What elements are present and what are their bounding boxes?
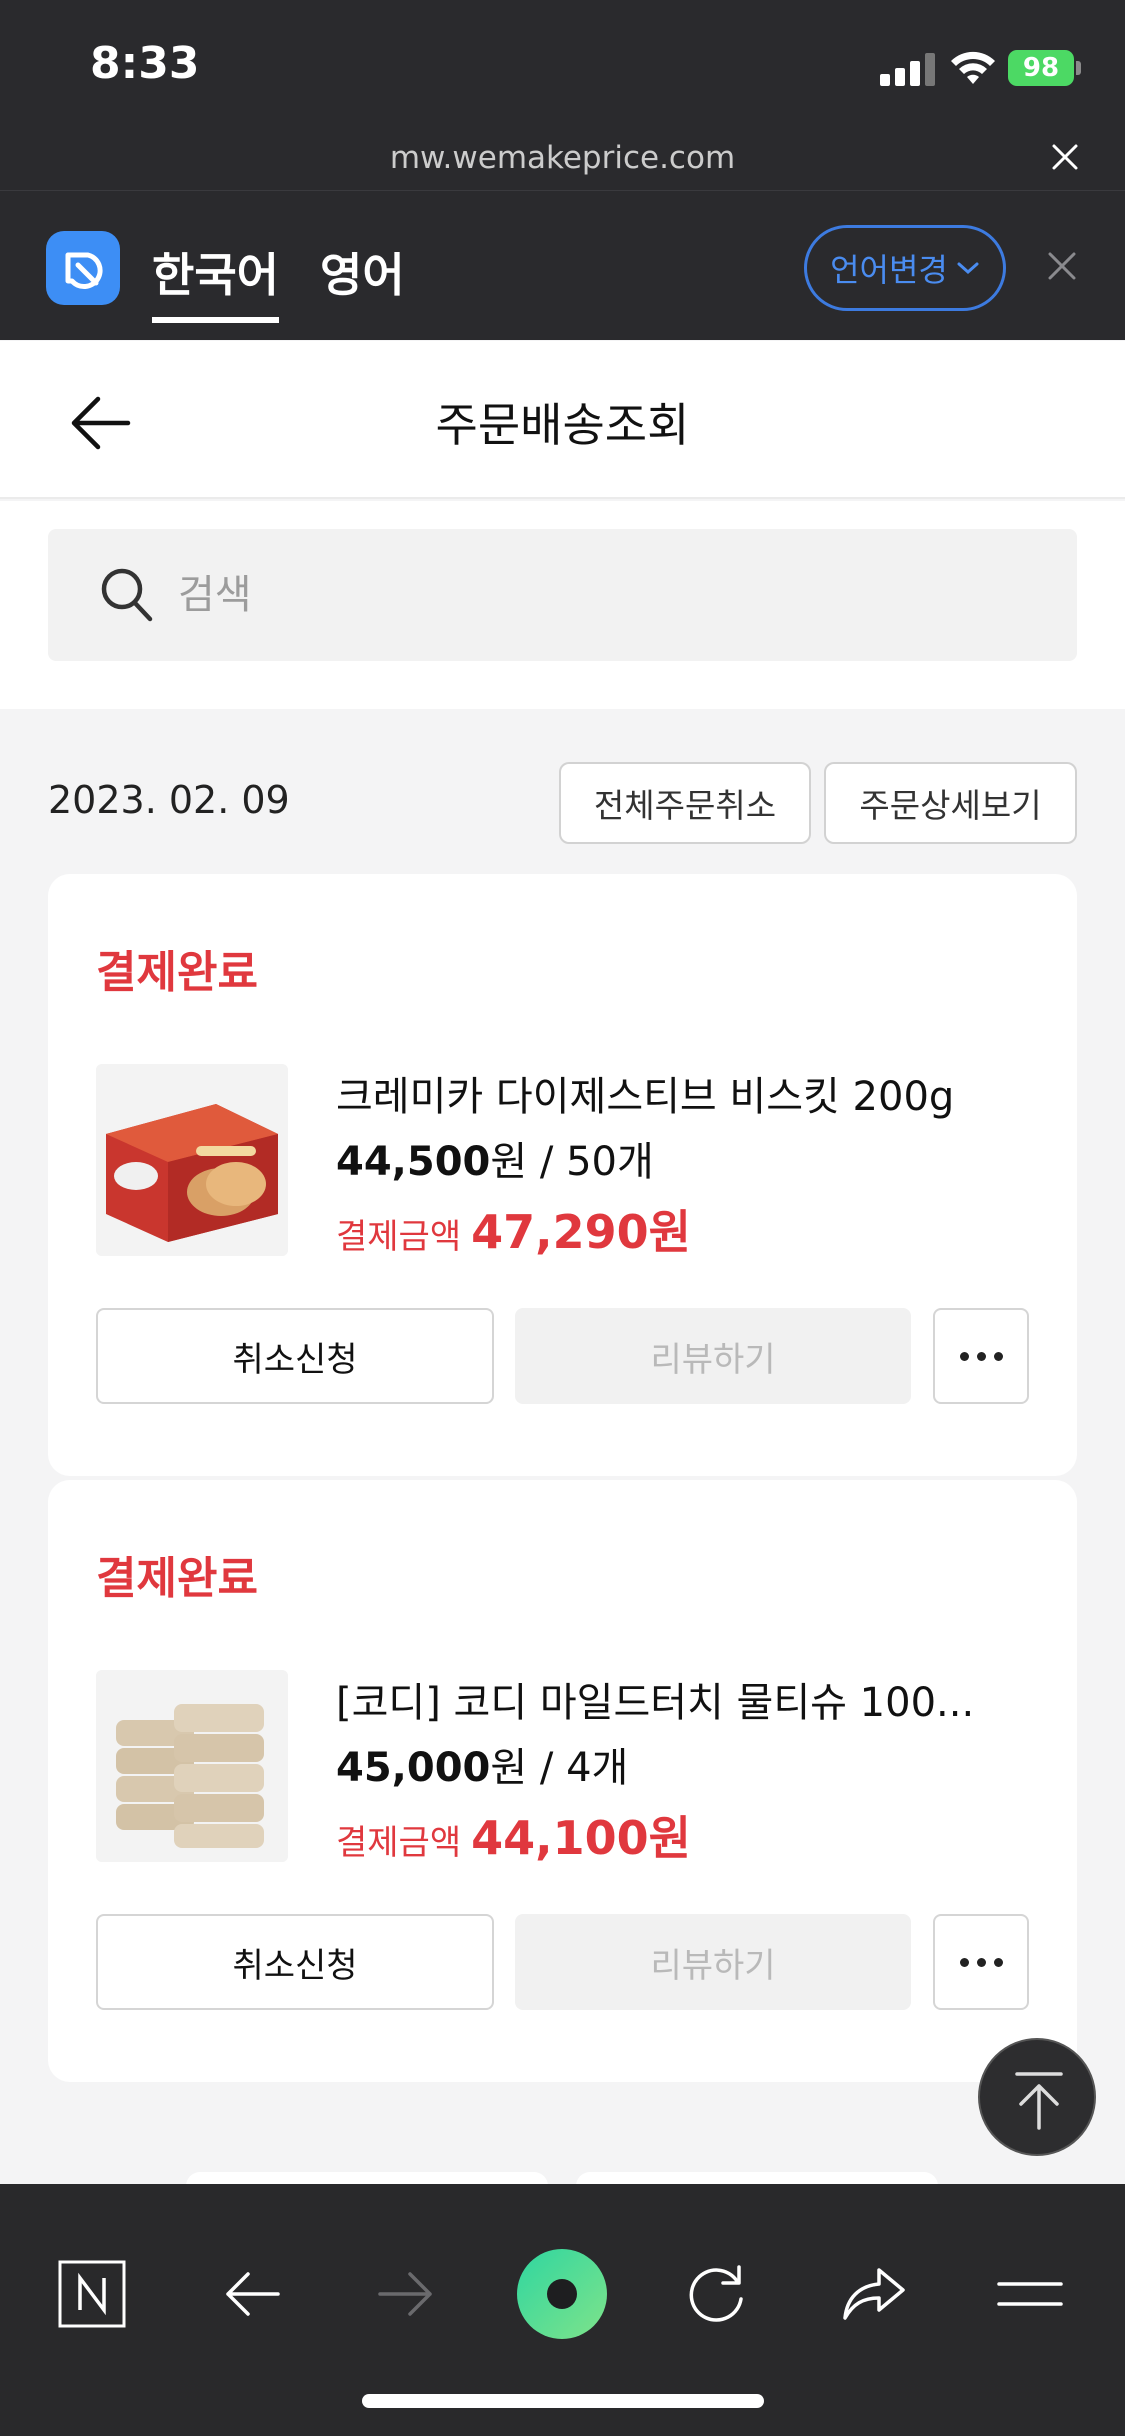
product-thumbnail[interactable] <box>96 1670 288 1862</box>
status-time: 8:33 <box>90 38 200 89</box>
paid-row: 결제금액 44,100원 <box>336 1802 691 1868</box>
product-price: 44,500원 / 50개 <box>336 1129 654 1187</box>
quantity: / 50개 <box>539 1139 654 1185</box>
price-value: 45,000 <box>336 1745 491 1791</box>
cancel-request-button[interactable]: 취소신청 <box>96 1308 494 1404</box>
quantity: / 4개 <box>539 1745 629 1791</box>
tab-english[interactable]: 영어 <box>320 239 405 305</box>
close-icon[interactable] <box>1048 140 1082 174</box>
price-unit: 원 <box>490 1139 528 1185</box>
review-button[interactable]: 리뷰하기 <box>515 1914 911 2010</box>
chevron-down-icon <box>957 262 979 275</box>
price-value: 44,500 <box>336 1139 491 1185</box>
share-icon[interactable] <box>834 2254 914 2334</box>
home-indicator <box>362 2394 764 2408</box>
cancel-all-orders-button[interactable]: 전체주문취소 <box>559 762 811 844</box>
order-status: 결제완료 <box>96 1553 258 1604</box>
menu-icon[interactable] <box>990 2254 1070 2334</box>
scroll-to-top-button[interactable] <box>978 2038 1096 2156</box>
arrow-up-icon <box>1015 2072 1063 2130</box>
order-status: 결제완료 <box>96 947 258 998</box>
tab-korean[interactable]: 한국어 <box>152 239 279 323</box>
order-item-card: 결제완료 [코디] 코디 마일드터치 물티슈 100... 45,000원 / … <box>48 1480 1077 2082</box>
product-name[interactable]: [코디] 코디 마일드터치 물티슈 100... <box>336 1670 1036 1728</box>
review-button[interactable]: 리뷰하기 <box>515 1308 911 1404</box>
more-icon[interactable] <box>933 1914 1029 2010</box>
battery-icon: 98 <box>1008 50 1074 86</box>
product-price: 45,000원 / 4개 <box>336 1735 628 1793</box>
search-box[interactable] <box>48 529 1077 661</box>
language-change-label: 언어변경 <box>830 251 948 289</box>
page-header: 주문배송조회 <box>0 341 1125 499</box>
close-icon[interactable] <box>1046 250 1078 282</box>
search-area <box>0 501 1125 709</box>
green-dot-icon[interactable] <box>516 2248 608 2340</box>
language-change-button[interactable]: 언어변경 <box>804 225 1006 311</box>
refresh-icon[interactable] <box>676 2254 756 2334</box>
paid-label: 결제금액 <box>336 1823 462 1863</box>
status-bar: 8:33 98 <box>0 0 1125 130</box>
more-icon[interactable] <box>933 1308 1029 1404</box>
naver-n-icon[interactable] <box>52 2254 132 2334</box>
forward-icon[interactable] <box>366 2254 446 2334</box>
paid-label: 결제금액 <box>336 1217 462 1257</box>
order-date: 2023. 02. 09 <box>48 778 290 822</box>
url-text[interactable]: mw.wemakeprice.com <box>0 140 1125 176</box>
translate-bar: 한국어 영어 언어변경 <box>0 190 1125 340</box>
paid-row: 결제금액 47,290원 <box>336 1196 691 1262</box>
search-input[interactable] <box>178 559 1038 631</box>
back-icon[interactable] <box>212 2254 292 2334</box>
paid-amount: 47,290원 <box>471 1205 691 1259</box>
wifi-icon <box>951 51 995 84</box>
papago-logo[interactable] <box>46 231 120 305</box>
product-name[interactable]: 크레미카 다이제스티브 비스킷 200g <box>336 1064 1036 1122</box>
price-unit: 원 <box>490 1745 528 1791</box>
battery-level: 98 <box>1022 53 1060 83</box>
page-title: 주문배송조회 <box>435 398 690 452</box>
order-item-card: 결제완료 크레미카 다이제스티브 비스킷 200g 44,500원 / 50개 … <box>48 874 1077 1476</box>
order-detail-button[interactable]: 주문상세보기 <box>824 762 1077 844</box>
battery-tip <box>1076 61 1081 75</box>
cancel-request-button[interactable]: 취소신청 <box>96 1914 494 2010</box>
product-thumbnail[interactable] <box>96 1064 288 1256</box>
paid-amount: 44,100원 <box>471 1811 691 1865</box>
search-icon <box>101 568 153 622</box>
signal-icon <box>880 52 936 86</box>
